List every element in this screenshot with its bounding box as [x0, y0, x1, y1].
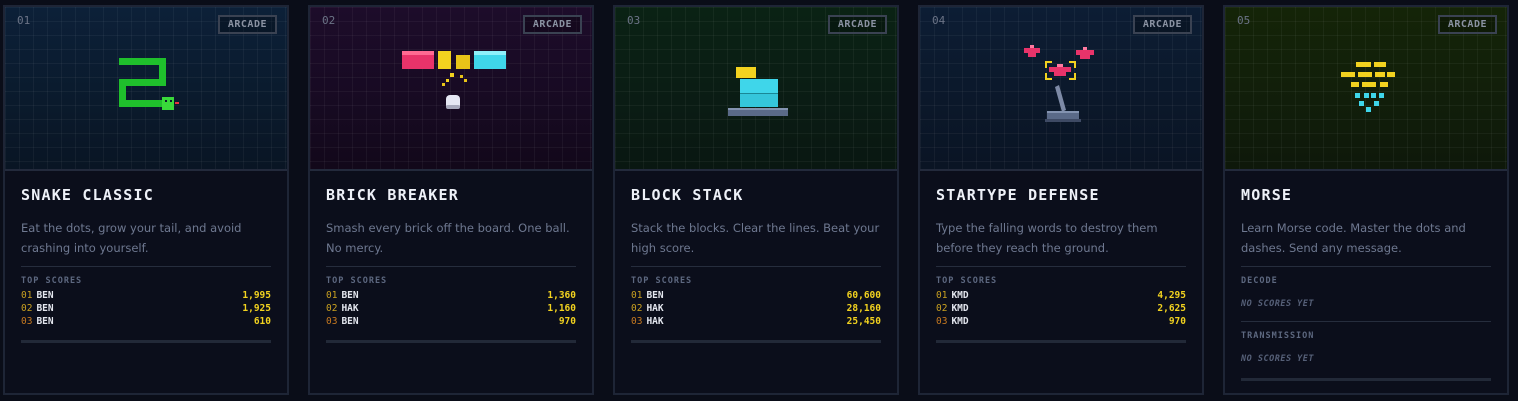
- game-thumbnail: 02 ARCADE: [310, 7, 592, 171]
- score-row: 02 HAK 28,160: [631, 303, 881, 315]
- divider: [1241, 266, 1491, 267]
- score-row: 01 BEN 1,995: [21, 290, 271, 302]
- game-thumbnail: 04 ARCADE: [920, 7, 1202, 171]
- rank: 01: [21, 290, 33, 301]
- player-name: HAK: [646, 303, 664, 314]
- block-stack-icon: [728, 67, 788, 116]
- score-value: 610: [253, 316, 271, 327]
- score-row: 01 BEN 1,360: [326, 290, 576, 302]
- rank: 02: [21, 303, 33, 314]
- score-row: 02 BEN 1,925: [21, 303, 271, 315]
- score-value: 25,450: [846, 316, 881, 327]
- player-name: BEN: [36, 316, 54, 327]
- game-title: STARTYPE DEFENSE: [936, 186, 1100, 204]
- score-value: 4,295: [1157, 290, 1186, 301]
- game-thumbnail: 01 ARCADE: [5, 7, 287, 171]
- game-card-snake-classic[interactable]: 01 ARCADE SNAKE CLASSIC Eat the dots, gr…: [3, 5, 289, 395]
- player-name: KMD: [951, 290, 969, 301]
- score-row: 03 HAK 25,450: [631, 316, 881, 328]
- player-name: BEN: [341, 316, 359, 327]
- game-title: MORSE: [1241, 186, 1293, 204]
- decode-section-label: DECODE: [1241, 276, 1278, 286]
- divider: [326, 266, 576, 267]
- card-footer-bar: [631, 340, 881, 343]
- rank: 03: [936, 316, 948, 327]
- score-list: 01 BEN 60,600 02 HAK 28,160 03 HAK 25,450: [631, 290, 881, 328]
- game-description: Smash every brick off the board. One bal…: [326, 221, 570, 255]
- rank: 01: [326, 290, 338, 301]
- rank: 02: [326, 303, 338, 314]
- game-description: Stack the blocks. Clear the lines. Beat …: [631, 221, 880, 255]
- score-value: 970: [558, 316, 576, 327]
- game-description: Type the falling words to destroy them b…: [936, 221, 1158, 255]
- score-row: 02 KMD 2,625: [936, 303, 1186, 315]
- player-name: BEN: [36, 290, 54, 301]
- score-list: 01 BEN 1,360 02 HAK 1,160 03 BEN 970: [326, 290, 576, 328]
- score-row: 03 KMD 970: [936, 316, 1186, 328]
- divider: [21, 266, 271, 267]
- score-row: 01 BEN 60,600: [631, 290, 881, 302]
- score-value: 970: [1168, 316, 1186, 327]
- brick-breaker-icon: [402, 51, 506, 109]
- no-scores-text: NO SCORES YET: [1241, 354, 1315, 364]
- card-footer-bar: [21, 340, 271, 343]
- game-card-startype-defense[interactable]: 04 ARCADE STARTYPE DEFENSE Type the fall…: [918, 5, 1204, 395]
- rank: 03: [631, 316, 643, 327]
- score-row: 03 BEN 610: [21, 316, 271, 328]
- player-name: BEN: [341, 290, 359, 301]
- game-description: Learn Morse code. Master the dots and da…: [1241, 221, 1466, 255]
- score-row: 01 KMD 4,295: [936, 290, 1186, 302]
- snake-icon: [119, 58, 179, 110]
- rank: 03: [326, 316, 338, 327]
- score-value: 1,160: [547, 303, 576, 314]
- game-thumbnail: 05 ARCADE: [1225, 7, 1507, 171]
- game-title: BRICK BREAKER: [326, 186, 459, 204]
- rank: 01: [936, 290, 948, 301]
- game-title: BLOCK STACK: [631, 186, 744, 204]
- card-footer-bar: [326, 340, 576, 343]
- rank: 01: [631, 290, 643, 301]
- rank: 03: [21, 316, 33, 327]
- score-value: 28,160: [846, 303, 881, 314]
- top-scores-label: TOP SCORES: [21, 276, 83, 286]
- game-card-brick-breaker[interactable]: 02 ARCADE BRICK BREAKER Smash every bric…: [308, 5, 594, 395]
- rank: 02: [936, 303, 948, 314]
- score-value: 1,995: [242, 290, 271, 301]
- divider: [936, 266, 1186, 267]
- player-name: KMD: [951, 316, 969, 327]
- score-row: 02 HAK 1,160: [326, 303, 576, 315]
- card-footer-bar: [936, 340, 1186, 343]
- divider: [1241, 321, 1491, 322]
- card-footer-bar: [1241, 378, 1491, 381]
- top-scores-label: TOP SCORES: [631, 276, 693, 286]
- score-value: 60,600: [846, 290, 881, 301]
- rank: 02: [631, 303, 643, 314]
- game-thumbnail: 03 ARCADE: [615, 7, 897, 171]
- divider: [631, 266, 881, 267]
- game-card-morse[interactable]: 05 ARCADE MORSE Learn Morse code. Master…: [1223, 5, 1509, 395]
- score-row: 03 BEN 970: [326, 316, 576, 328]
- game-title: SNAKE CLASSIC: [21, 186, 154, 204]
- score-value: 2,625: [1157, 303, 1186, 314]
- player-name: HAK: [341, 303, 359, 314]
- transmission-section-label: TRANSMISSION: [1241, 331, 1315, 341]
- score-list: 01 KMD 4,295 02 KMD 2,625 03 KMD 970: [936, 290, 1186, 328]
- score-value: 1,360: [547, 290, 576, 301]
- game-card-block-stack[interactable]: 03 ARCADE BLOCK STACK Stack the blocks. …: [613, 5, 899, 395]
- game-description: Eat the dots, grow your tail, and avoid …: [21, 221, 242, 255]
- top-scores-label: TOP SCORES: [326, 276, 388, 286]
- player-name: KMD: [951, 303, 969, 314]
- score-value: 1,925: [242, 303, 271, 314]
- top-scores-label: TOP SCORES: [936, 276, 998, 286]
- player-name: BEN: [36, 303, 54, 314]
- player-name: HAK: [646, 316, 664, 327]
- no-scores-text: NO SCORES YET: [1241, 299, 1315, 309]
- score-list: 01 BEN 1,995 02 BEN 1,925 03 BEN 610: [21, 290, 271, 328]
- turret-defense-icon: [1024, 45, 1094, 122]
- player-name: BEN: [646, 290, 664, 301]
- morse-signal-icon: [1341, 62, 1395, 112]
